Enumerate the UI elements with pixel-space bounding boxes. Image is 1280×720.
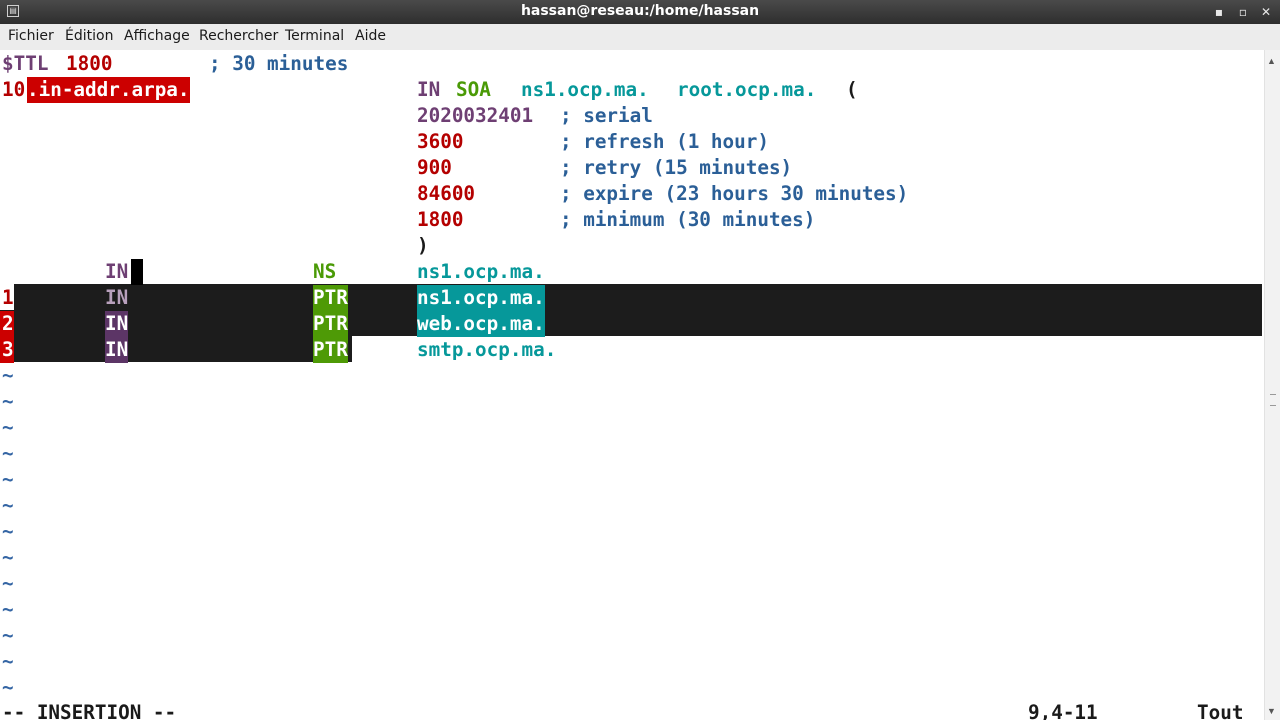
record-name: 2 <box>0 311 14 337</box>
record-class: IN <box>105 311 129 337</box>
menu-terminal[interactable]: Terminal <box>285 28 344 44</box>
menu-fichier[interactable]: Fichier <box>8 28 54 44</box>
record-ns: IN NS ns1.ocp.ma. <box>0 259 1264 285</box>
empty-line-marker: ~ <box>2 390 14 413</box>
scroll-indicator: Tout <box>1197 701 1244 720</box>
soa-field-value: 3600 <box>417 130 464 153</box>
minimize-icon[interactable]: ▪ <box>1211 4 1227 20</box>
scroll-up-icon[interactable]: ▲ <box>1267 56 1276 66</box>
soa-class: IN <box>417 78 441 101</box>
soa-open-paren: ( <box>846 78 858 101</box>
window-titlebar: ▤ hassan@reseau:/home/hassan ▪ ▫ ✕ <box>0 0 1280 24</box>
record-target: ns1.ocp.ma. <box>417 260 545 283</box>
empty-line-marker: ~ <box>2 364 14 387</box>
empty-line-marker: ~ <box>2 468 14 491</box>
empty-line-marker: ~ <box>2 520 14 543</box>
text-cursor <box>131 259 143 285</box>
soa-field-comment: ; serial <box>560 104 653 127</box>
menu-edition[interactable]: Édition <box>65 28 113 44</box>
origin-domain: .in-addr.arpa. <box>27 77 190 103</box>
ttl-comment: ; 30 minutes <box>209 52 349 75</box>
empty-line-marker: ~ <box>2 494 14 517</box>
origin-prefix: 10 <box>2 78 26 101</box>
record-target: web.ocp.ma. <box>417 311 545 337</box>
scroll-down-icon[interactable]: ▼ <box>1267 706 1276 716</box>
window-title: hassan@reseau:/home/hassan <box>520 3 760 19</box>
empty-line-marker: ~ <box>2 416 14 439</box>
vim-status-line: -- INSERTION -- 9,4-11 Tout <box>0 700 1264 720</box>
terminal-scrollbar[interactable]: ▲ ▼ <box>1264 50 1280 720</box>
menu-affichage[interactable]: Affichage <box>124 28 190 44</box>
empty-line-marker: ~ <box>2 598 14 621</box>
menu-rechercher[interactable]: Rechercher <box>199 28 278 44</box>
empty-line-marker: ~ <box>2 546 14 569</box>
scroll-grip-icon[interactable] <box>1270 394 1276 406</box>
soa-close-paren: ) <box>417 234 429 257</box>
soa-field-minimum: 1800 ; minimum (30 minutes) <box>0 207 1264 233</box>
soa-field-serial: 2020032401 ; serial <box>0 103 1264 129</box>
mode-indicator: -- INSERTION -- <box>2 701 177 720</box>
record-target: smtp.ocp.ma. <box>417 338 557 361</box>
record-class: IN <box>105 286 129 309</box>
soa-field-value: 1800 <box>417 208 464 231</box>
soa-type: SOA <box>456 78 491 101</box>
soa-field-comment: ; refresh (1 hour) <box>560 130 769 153</box>
record-target: ns1.ocp.ma. <box>417 285 545 311</box>
soa-field-expire: 84600 ; expire (23 hours 30 minutes) <box>0 181 1264 207</box>
close-icon[interactable]: ✕ <box>1258 4 1274 20</box>
soa-primary-ns: ns1.ocp.ma. <box>521 78 649 101</box>
menu-bar: Fichier Édition Affichage Rechercher Ter… <box>0 24 1280 51</box>
soa-field-comment: ; minimum (30 minutes) <box>560 208 816 231</box>
empty-line-marker: ~ <box>2 572 14 595</box>
cursor-position: 9,4-11 <box>1028 701 1098 720</box>
terminal-view[interactable]: $TTL 1800 ; 30 minutes 10 .in-addr.arpa.… <box>0 50 1264 720</box>
record-ptr-1: 1 IN PTR ns1.ocp.ma. <box>0 285 1264 311</box>
empty-line-marker: ~ <box>2 442 14 465</box>
ttl-keyword: $TTL <box>2 52 49 75</box>
soa-field-retry: 900 ; retry (15 minutes) <box>0 155 1264 181</box>
record-class: IN <box>105 337 129 363</box>
empty-line-marker: ~ <box>2 624 14 647</box>
zone-line-soa: 10 .in-addr.arpa. IN SOA ns1.ocp.ma. roo… <box>0 77 1264 103</box>
record-ptr-3: 3 IN PTR smtp.ocp.ma. <box>0 337 1264 363</box>
soa-field-comment: ; expire (23 hours 30 minutes) <box>560 182 909 205</box>
maximize-icon[interactable]: ▫ <box>1235 4 1251 20</box>
soa-field-value: 2020032401 <box>417 104 534 127</box>
record-name: 1 <box>2 286 14 309</box>
soa-field-comment: ; retry (15 minutes) <box>560 156 793 179</box>
soa-field-value: 900 <box>417 156 452 179</box>
record-type: NS <box>313 260 337 283</box>
empty-line-marker: ~ <box>2 676 14 699</box>
record-name: 3 <box>0 337 14 363</box>
empty-line-marker: ~ <box>2 650 14 673</box>
menu-aide[interactable]: Aide <box>355 28 386 44</box>
zone-line-ttl: $TTL 1800 ; 30 minutes <box>0 51 1264 77</box>
text-beam-cursor-icon: I <box>346 340 351 359</box>
soa-field-refresh: 3600 ; refresh (1 hour) <box>0 129 1264 155</box>
ttl-value: 1800 <box>66 52 113 75</box>
record-type: PTR <box>313 285 348 311</box>
record-type: PTR <box>313 337 348 363</box>
soa-admin: root.ocp.ma. <box>677 78 817 101</box>
record-class: IN <box>105 260 129 283</box>
soa-field-value: 84600 <box>417 182 476 205</box>
record-ptr-2: 2 IN PTR web.ocp.ma. <box>0 311 1264 337</box>
record-type: PTR <box>313 311 348 337</box>
soa-close-line: ) <box>0 233 1264 259</box>
